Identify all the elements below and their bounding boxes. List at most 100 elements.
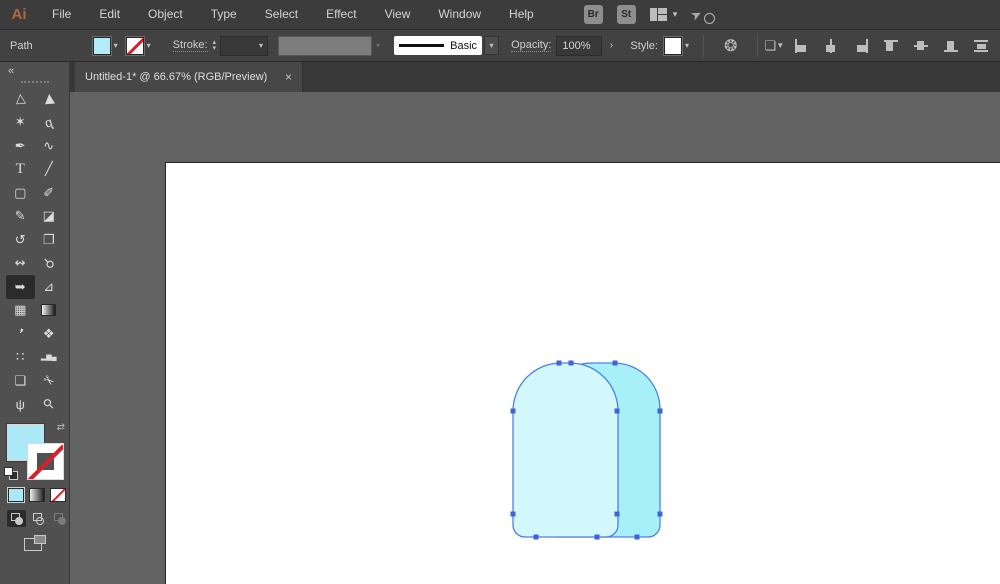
symbol-sprayer-tool[interactable]: ∷ xyxy=(6,346,35,370)
stroke-weight-stepper[interactable]: ▴ ▾ xyxy=(213,39,217,52)
brush-definition-dropdown[interactable]: Basic xyxy=(394,36,483,55)
anchor-point[interactable] xyxy=(634,534,640,540)
lasso-tool[interactable]: ɋ xyxy=(35,111,64,135)
vertical-align-top-button[interactable] xyxy=(883,38,900,54)
paintbrush-tool[interactable]: ✐ xyxy=(35,181,64,205)
anchor-point[interactable] xyxy=(594,534,600,540)
hand-tool[interactable]: ψ xyxy=(6,393,35,417)
menu-object[interactable]: Object xyxy=(134,0,197,29)
scale-tool[interactable]: ❐ xyxy=(35,228,64,252)
shape-properties-icon[interactable]: ❏ xyxy=(764,38,776,54)
stroke-none-swatch[interactable] xyxy=(125,36,144,55)
magic-wand-tool[interactable]: ✶ xyxy=(6,111,35,135)
chevron-down-icon: ▾ xyxy=(376,41,381,50)
rotate-tool[interactable]: ↺ xyxy=(6,228,35,252)
anchor-point[interactable] xyxy=(614,511,620,517)
perspective-grid-tool-icon: ⊿ xyxy=(43,278,55,294)
canvas[interactable] xyxy=(70,92,1000,584)
rounded-shape-front[interactable] xyxy=(512,362,619,538)
document-tab[interactable]: Untitled-1* @ 66.67% (RGB/Preview) × xyxy=(75,62,303,92)
anchor-point[interactable] xyxy=(612,360,618,366)
line-segment-tool[interactable]: ╱ xyxy=(35,158,64,182)
anchor-point[interactable] xyxy=(556,360,562,366)
recolor-artwork-icon[interactable]: ❂ xyxy=(724,36,737,56)
curvature-tool[interactable]: ∿ xyxy=(35,134,64,158)
stroke-color-box[interactable] xyxy=(27,443,64,480)
menu-type[interactable]: Type xyxy=(197,0,251,29)
stroke-link[interactable]: Stroke: xyxy=(172,39,208,52)
gradient-button[interactable] xyxy=(29,488,45,502)
type-tool[interactable]: T xyxy=(6,158,35,182)
screen-mode-button[interactable] xyxy=(23,535,46,551)
width-profile-dropdown[interactable] xyxy=(278,35,373,56)
style-swatch[interactable] xyxy=(663,36,682,55)
artboard-tool[interactable]: ❏ xyxy=(6,369,35,393)
opacity-more-button[interactable]: › xyxy=(604,36,618,56)
brushes-panel-button[interactable]: Br xyxy=(583,5,603,24)
pen-tool[interactable]: ✒ xyxy=(6,134,35,158)
default-fill-stroke-icon[interactable] xyxy=(4,467,18,480)
anchor-point[interactable] xyxy=(510,408,516,414)
brush-dropdown-chevron[interactable]: ▾ xyxy=(484,36,500,55)
width-tool[interactable]: ↭ xyxy=(6,252,35,276)
graphic-styles-panel-button[interactable]: St xyxy=(616,5,636,24)
puppet-warp-tool[interactable]: ⚲ xyxy=(35,252,64,276)
fill-color-swatch[interactable] xyxy=(92,36,111,55)
stroke-weight-dropdown[interactable]: ▾ xyxy=(220,35,269,56)
draw-behind-button[interactable] xyxy=(29,510,48,527)
chevron-down-icon[interactable]: ▾ xyxy=(147,41,151,50)
anchor-point[interactable] xyxy=(657,511,663,517)
anchor-point[interactable] xyxy=(657,408,663,414)
slice-tool[interactable]: ✂ xyxy=(35,369,64,393)
mesh-tool[interactable]: ▦ xyxy=(6,299,35,323)
menu-view[interactable]: View xyxy=(371,0,425,29)
blend-tool[interactable]: ❖ xyxy=(35,322,64,346)
panel-grip[interactable] xyxy=(20,81,49,83)
distribute-vertical-button[interactable] xyxy=(973,38,990,54)
close-icon[interactable]: × xyxy=(285,70,292,84)
divider xyxy=(757,34,759,57)
menu-effect[interactable]: Effect xyxy=(312,0,370,29)
draw-inside-button[interactable] xyxy=(50,510,69,527)
anchor-point[interactable] xyxy=(533,534,539,540)
perspective-grid-tool[interactable]: ⊿ xyxy=(35,275,64,299)
swap-fill-stroke-icon[interactable]: ⇄ xyxy=(57,422,65,433)
symbol-sprayer-tool-icon: ∷ xyxy=(16,349,25,365)
eraser-tool[interactable]: ◪ xyxy=(35,205,64,229)
menu-window[interactable]: Window xyxy=(424,0,495,29)
draw-normal-button[interactable] xyxy=(7,510,26,527)
zoom-tool[interactable]: ⚲ xyxy=(35,393,64,417)
gradient-tool[interactable] xyxy=(35,299,64,323)
anchor-point[interactable] xyxy=(614,408,620,414)
chevron-down-icon[interactable]: ▾ xyxy=(114,41,118,50)
menu-help[interactable]: Help xyxy=(495,0,548,29)
anchor-point[interactable] xyxy=(568,360,574,366)
menu-edit[interactable]: Edit xyxy=(85,0,134,29)
menu-file[interactable]: File xyxy=(38,0,85,29)
opacity-link[interactable]: Opacity: xyxy=(511,39,552,52)
workspace-switcher[interactable]: ▾ xyxy=(649,8,677,21)
vertical-align-center-button[interactable] xyxy=(913,38,930,54)
share-button[interactable]: ➤ xyxy=(688,5,716,24)
chevron-down-icon[interactable]: ▾ xyxy=(685,41,689,50)
eyedropper-tool[interactable]: ❜ xyxy=(6,322,35,346)
workspace: « ▷ ▶ ✶ ɋ ✒ ∿ T ╱ ▢ ✐ ✎ ◪ ↺ ❐ ↭ ⚲ ➥ ⊿ ▦ ❜ ❖ ∷ ▂▆▄ ❏ ✂ ψ ⚲ ⇄ xyxy=(0,62,1000,584)
menu-select[interactable]: Select xyxy=(251,0,312,29)
vertical-align-bottom-button[interactable] xyxy=(943,38,960,54)
drawing-modes-row xyxy=(0,510,69,527)
anchor-point[interactable] xyxy=(510,511,516,517)
slice-tool-icon: ✂ xyxy=(40,371,59,390)
shaper-tool[interactable]: ✎ xyxy=(6,205,35,229)
horizontal-align-right-button[interactable] xyxy=(853,38,870,54)
selection-tool[interactable]: ▷ xyxy=(6,87,35,111)
opacity-field[interactable]: 100% xyxy=(556,35,603,56)
collapse-panel-button[interactable]: « xyxy=(0,62,69,77)
color-button[interactable] xyxy=(7,487,25,503)
column-graph-tool[interactable]: ▂▆▄ xyxy=(35,346,64,370)
rectangle-tool[interactable]: ▢ xyxy=(6,181,35,205)
none-button[interactable] xyxy=(50,488,66,502)
direct-selection-tool[interactable]: ▶ xyxy=(35,87,64,111)
horizontal-align-center-button[interactable] xyxy=(823,38,840,54)
shape-builder-tool[interactable]: ➥ xyxy=(6,275,35,299)
horizontal-align-left-button[interactable] xyxy=(793,38,810,54)
